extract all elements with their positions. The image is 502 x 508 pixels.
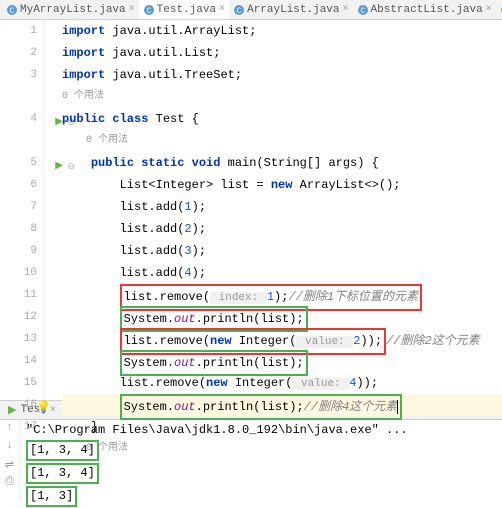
line-number: 3 bbox=[0, 64, 37, 86]
line-number: 12 bbox=[0, 306, 37, 328]
line-number: 10 bbox=[0, 262, 37, 284]
line-number: 15 bbox=[0, 372, 37, 394]
editor-tabs: CMyArrayList.java× CTest.java× CArrayLis… bbox=[0, 0, 502, 20]
line-number: 14 bbox=[0, 350, 37, 372]
tab-abstractlist[interactable]: C AbstractList.java× bbox=[353, 0, 496, 19]
close-icon[interactable]: × bbox=[219, 4, 225, 15]
code-line: System.out.println(list);//删除4这个元素 bbox=[62, 394, 502, 416]
line-number bbox=[0, 130, 37, 152]
line-number: 8 bbox=[0, 218, 37, 240]
close-icon[interactable]: × bbox=[343, 4, 349, 15]
line-number: 2 bbox=[0, 42, 37, 64]
java-class-icon: C bbox=[233, 4, 245, 16]
line-gutter: 1 2 3 4▶⊖ 5▶⊖ 6 7 8 9 10 11 12 13 14 15 … bbox=[0, 20, 44, 400]
close-icon[interactable]: × bbox=[129, 4, 135, 15]
highlight-green: [1, 3, 4] bbox=[26, 463, 99, 484]
line-number bbox=[0, 86, 37, 108]
tab-collection[interactable]: ICollection.java× bbox=[496, 0, 502, 19]
line-number: 4▶⊖ bbox=[0, 108, 37, 130]
usage-hint: 0 个用法 bbox=[62, 86, 502, 108]
svg-text:C: C bbox=[360, 7, 365, 16]
tab-myarraylist[interactable]: C MyArrayList.java× bbox=[2, 0, 139, 19]
close-icon[interactable]: × bbox=[486, 4, 492, 15]
line-number: 17 bbox=[0, 416, 37, 438]
usage-hint: 0 个用法 bbox=[62, 130, 502, 152]
line-number: 6 bbox=[0, 174, 37, 196]
code-line: list.add(2); bbox=[62, 218, 502, 240]
code-line: import java.util.TreeSet; bbox=[62, 64, 502, 86]
svg-text:C: C bbox=[237, 7, 242, 16]
code-line: public static void main(String[] args) { bbox=[62, 152, 502, 174]
code-line: list.remove(new Integer( value: 2));//删除… bbox=[62, 328, 502, 350]
line-number: 9 bbox=[0, 240, 37, 262]
code-line: } bbox=[62, 416, 502, 438]
tab-label: Test.java bbox=[157, 4, 216, 16]
tab-label: MyArrayList.java bbox=[20, 4, 126, 16]
tab-label: ArrayList.java bbox=[247, 4, 339, 16]
line-number: 7 bbox=[0, 196, 37, 218]
code-area[interactable]: import import java.util.ArrayList;java.u… bbox=[44, 20, 502, 400]
tab-label: AbstractList.java bbox=[371, 4, 483, 16]
code-line: List<Integer> list = new ArrayList<>(); bbox=[62, 174, 502, 196]
code-line: list.add(4); bbox=[62, 262, 502, 284]
code-line: import import java.util.ArrayList;java.u… bbox=[62, 20, 502, 42]
code-editor[interactable]: 1 2 3 4▶⊖ 5▶⊖ 6 7 8 9 10 11 12 13 14 15 … bbox=[0, 20, 502, 400]
line-number: 13 bbox=[0, 328, 37, 350]
code-line: import java.util.List; bbox=[62, 42, 502, 64]
code-line: public class Test { bbox=[62, 108, 502, 130]
console-line: [1, 3, 4] bbox=[26, 462, 496, 485]
code-line: System.out.println(list); bbox=[62, 350, 502, 372]
line-number: 16💡 bbox=[0, 394, 37, 416]
console-line: [1, 3] bbox=[26, 485, 496, 508]
code-line: System.out.println(list); bbox=[62, 306, 502, 328]
print-icon[interactable]: ⎙ bbox=[2, 476, 18, 492]
bulb-icon[interactable]: 💡 bbox=[36, 397, 51, 419]
line-number: 1 bbox=[0, 20, 37, 42]
java-class-icon: C bbox=[357, 4, 369, 16]
tab-test[interactable]: C Test.java× bbox=[139, 0, 229, 19]
wrap-icon[interactable]: ⇌ bbox=[2, 458, 18, 474]
usage-hint: 0 个用法 bbox=[62, 438, 502, 460]
svg-text:C: C bbox=[146, 7, 151, 16]
java-class-icon: C bbox=[6, 4, 18, 16]
line-number: 5▶⊖ bbox=[0, 152, 37, 174]
line-number: 11 bbox=[0, 284, 37, 306]
line-number bbox=[0, 438, 37, 460]
svg-text:C: C bbox=[10, 7, 15, 16]
code-line: list.add(1); bbox=[62, 196, 502, 218]
java-class-icon: C bbox=[143, 4, 155, 16]
code-line: list.add(3); bbox=[62, 240, 502, 262]
code-line: list.remove( index: 1);//删除1下标位置的元素 bbox=[62, 284, 502, 306]
tab-arraylist[interactable]: C ArrayList.java × bbox=[229, 0, 352, 19]
code-line: list.remove(new Integer( value: 4)); bbox=[62, 372, 502, 394]
highlight-green: [1, 3] bbox=[26, 486, 77, 507]
